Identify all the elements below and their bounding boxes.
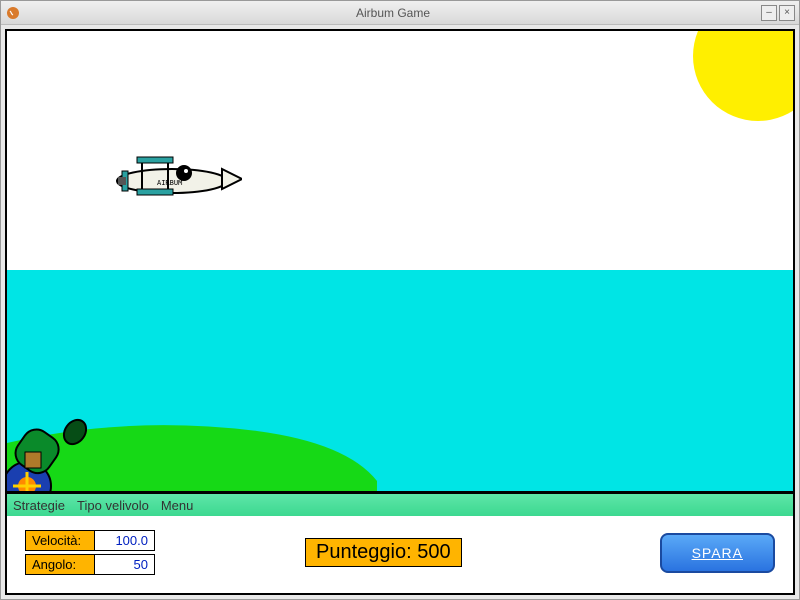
- cannon: [7, 416, 107, 491]
- angle-label: Angolo:: [25, 554, 95, 575]
- close-button[interactable]: ×: [779, 5, 795, 21]
- java-icon: [5, 5, 21, 21]
- fire-button[interactable]: SPARA: [660, 533, 775, 573]
- game-canvas[interactable]: AIRBUM: [7, 31, 793, 491]
- velocity-value[interactable]: 100.0: [95, 530, 155, 551]
- menu-strategies[interactable]: Strategie: [13, 498, 65, 513]
- velocity-label: Velocità:: [25, 530, 95, 551]
- application-window: Airbum Game – × AIRBUM: [0, 0, 800, 600]
- window-title: Airbum Game: [27, 6, 759, 20]
- airplane: AIRBUM: [92, 149, 242, 204]
- content-frame: AIRBUM Strategie Tipo velivolo Menu Velo…: [5, 29, 795, 595]
- menubar: Strategie Tipo velivolo Menu: [7, 494, 793, 516]
- svg-text:AIRBUM: AIRBUM: [157, 179, 182, 187]
- minimize-button[interactable]: –: [761, 5, 777, 21]
- menu-menu[interactable]: Menu: [161, 498, 194, 513]
- bottom-panel: Strategie Tipo velivolo Menu Velocità: 1…: [7, 491, 793, 593]
- angle-value[interactable]: 50: [95, 554, 155, 575]
- controls-row: Velocità: 100.0 Angolo: 50 Punteggio: 50…: [7, 516, 793, 593]
- menu-aircraft-type[interactable]: Tipo velivolo: [77, 498, 149, 513]
- score-display: Punteggio: 500: [305, 538, 462, 567]
- titlebar[interactable]: Airbum Game – ×: [1, 1, 799, 25]
- parameters: Velocità: 100.0 Angolo: 50: [25, 530, 155, 575]
